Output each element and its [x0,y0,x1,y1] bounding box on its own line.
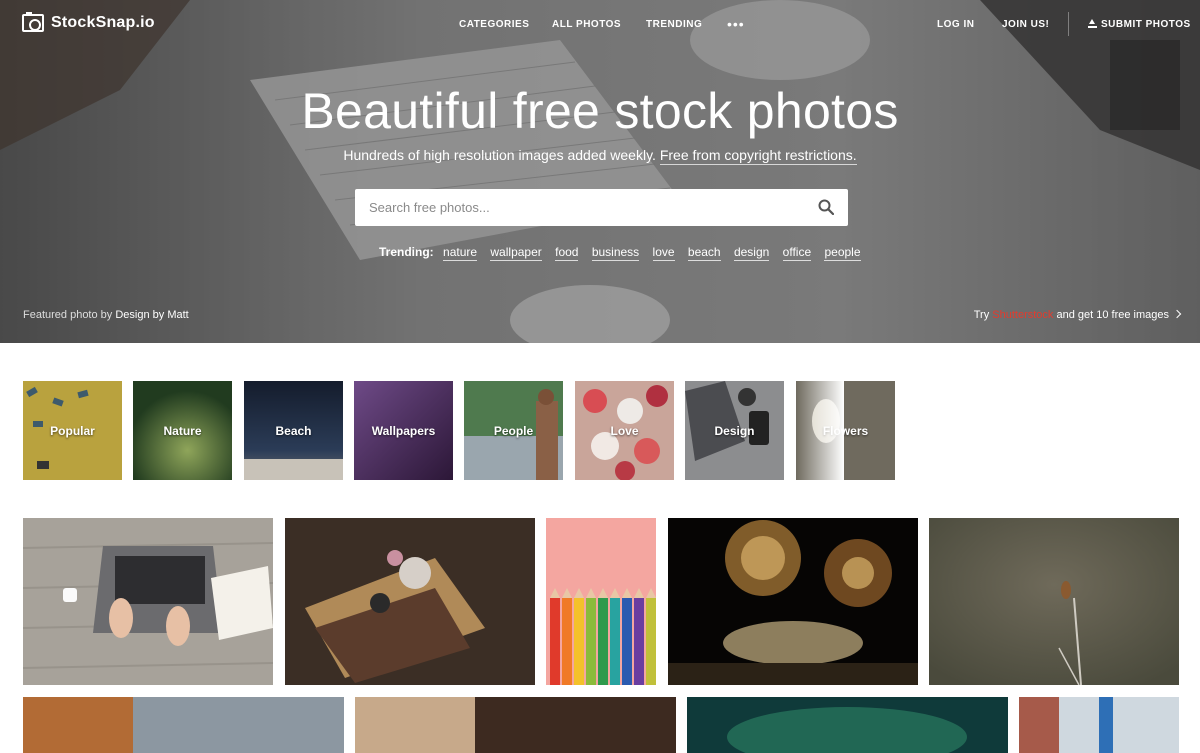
trending-tags: Trending: nature wallpaper food business… [379,245,871,261]
category-scroll-fade [796,381,844,480]
search-box [355,189,848,226]
promo-suffix: and get 10 free images [1056,309,1169,321]
join-link[interactable]: JOIN US! [1002,19,1049,30]
photo-colored-pencils[interactable] [546,518,656,685]
promo-brand: Shutterstock [992,309,1054,321]
photo-flowers-parcel[interactable] [285,518,535,685]
category-label: Wallpapers [371,423,436,438]
nav-divider [1068,12,1069,36]
trending-label: Trending: [379,245,434,259]
photo-image [687,697,1008,753]
category-tile-love[interactable]: Love [575,381,674,480]
hero-banner [0,0,1200,343]
submit-photos-button[interactable]: SUBMIT PHOTOS [1088,19,1191,30]
trending-tag-love[interactable]: love [652,245,675,261]
more-menu-icon[interactable]: ••• [727,16,745,32]
trending-tag-office[interactable]: office [782,245,812,261]
photo-hands-warm[interactable] [355,697,676,753]
category-label: People [493,423,534,438]
category-tile-popular[interactable]: Popular [23,381,122,480]
credit-author-link[interactable]: Design by Matt [115,309,188,321]
category-label: Nature [163,423,202,438]
promo-prefix: Try [973,309,990,321]
photo-image [23,518,273,685]
category-tile-people[interactable]: People [464,381,563,480]
category-label: Beach [275,423,312,438]
trending-tag-people[interactable]: people [824,245,861,261]
photo-image [23,697,344,753]
trending-tag-business[interactable]: business [591,245,640,261]
hero-headline: Beautiful free stock photos [301,83,899,139]
trending-tag-design[interactable]: design [733,245,770,261]
nav-categories[interactable]: CATEGORIES [459,19,529,30]
hero-overlay [0,0,1200,343]
copyright-link[interactable]: Free from copyright restrictions. [659,147,857,165]
subhead-text: Hundreds of high resolution images added… [343,147,656,163]
category-label: Popular [50,423,95,438]
hero-subheading: Hundreds of high resolution images added… [0,147,1200,165]
nav-trending[interactable]: TRENDING [646,19,702,30]
category-tile-design[interactable]: Design [685,381,784,480]
photo-aurora[interactable] [687,697,1008,753]
category-label: Love [610,423,639,438]
login-link[interactable]: LOG IN [937,19,974,30]
site-logo[interactable]: StockSnap.io [22,12,155,32]
category-tile-nature[interactable]: Nature [133,381,232,480]
trending-tag-nature[interactable]: nature [443,245,478,261]
category-label: Design [714,423,755,438]
logo-text: StockSnap.io [51,14,155,31]
upload-icon [1088,19,1097,28]
credit-prefix: Featured photo by [23,309,113,321]
photo-laptop-hands[interactable] [23,518,273,685]
photo-image [668,518,918,685]
photo-bird-branch[interactable] [929,518,1179,685]
top-navigation: StockSnap.io CATEGORIES ALL PHOTOS TREND… [0,0,1200,48]
submit-photos-label: SUBMIT PHOTOS [1101,19,1191,30]
photo-image [285,518,535,685]
camera-icon [22,12,44,32]
category-tile-wallpapers[interactable]: Wallpapers [354,381,453,480]
nav-all-photos[interactable]: ALL PHOTOS [552,19,621,30]
trending-tag-food[interactable]: food [555,245,579,261]
photo-image [546,518,656,685]
photo-building-facade[interactable] [1019,697,1179,753]
search-input[interactable] [369,189,799,226]
trending-tag-wallpaper[interactable]: wallpaper [490,245,542,261]
shutterstock-promo[interactable]: Try Shutterstock and get 10 free images [973,309,1182,321]
photo-image [355,697,676,753]
photo-fireworks[interactable] [668,518,918,685]
photo-image [929,518,1179,685]
featured-photo-credit: Featured photo by Design by Matt [23,309,189,321]
chevron-right-icon [1172,309,1182,319]
photo-image [1019,697,1179,753]
trending-tag-beach[interactable]: beach [687,245,721,261]
category-tile-beach[interactable]: Beach [244,381,343,480]
search-icon[interactable] [818,199,834,215]
photo-chair-rug[interactable] [23,697,344,753]
